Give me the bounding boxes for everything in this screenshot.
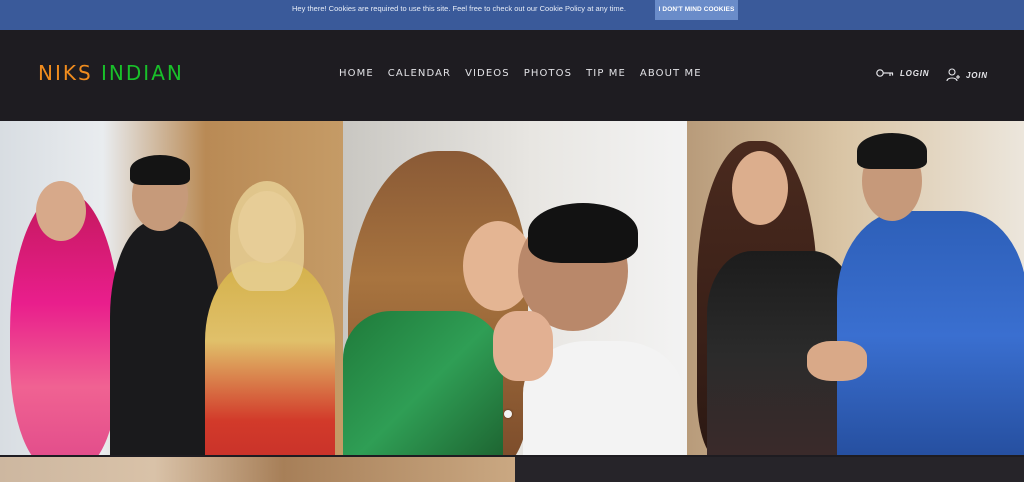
login-label: LOGIN: [900, 68, 930, 78]
nav-home[interactable]: HOME: [339, 68, 374, 79]
nav-about-me[interactable]: ABOUT ME: [640, 68, 702, 79]
logo-word-niks: NIKS: [38, 61, 93, 85]
cookie-message: Hey there! Cookies are required to use t…: [292, 4, 626, 13]
site-header: NIKS INDIAN HOME CALENDAR VIDEOS PHOTOS …: [0, 30, 1024, 121]
hero-image-couple-holding-hands[interactable]: [687, 121, 1024, 455]
nav-tip-me[interactable]: TIP ME: [586, 68, 626, 79]
site-logo[interactable]: NIKS INDIAN: [38, 61, 184, 85]
key-icon: [876, 69, 894, 77]
slider-dot[interactable]: [504, 410, 512, 418]
nav-calendar[interactable]: CALENDAR: [388, 68, 451, 79]
thumbnail-image[interactable]: [0, 457, 515, 482]
hero-slider[interactable]: [0, 121, 1024, 455]
accept-cookies-button[interactable]: I DON'T MIND COOKIES: [655, 0, 738, 20]
hero-image-group-photo[interactable]: [0, 121, 343, 455]
nav-photos[interactable]: PHOTOS: [524, 68, 572, 79]
logo-word-indian: INDIAN: [101, 61, 184, 85]
add-user-icon: [946, 68, 960, 82]
thumbnail-placeholder: [515, 457, 1024, 482]
join-label: JOIN: [966, 70, 988, 80]
main-nav: HOME CALENDAR VIDEOS PHOTOS TIP ME ABOUT…: [339, 68, 702, 79]
hero-image-couple-kiss[interactable]: [343, 121, 687, 455]
nav-videos[interactable]: VIDEOS: [465, 68, 510, 79]
join-link[interactable]: JOIN: [946, 68, 988, 82]
login-link[interactable]: LOGIN: [876, 68, 929, 78]
cookie-banner: Hey there! Cookies are required to use t…: [0, 0, 1024, 30]
